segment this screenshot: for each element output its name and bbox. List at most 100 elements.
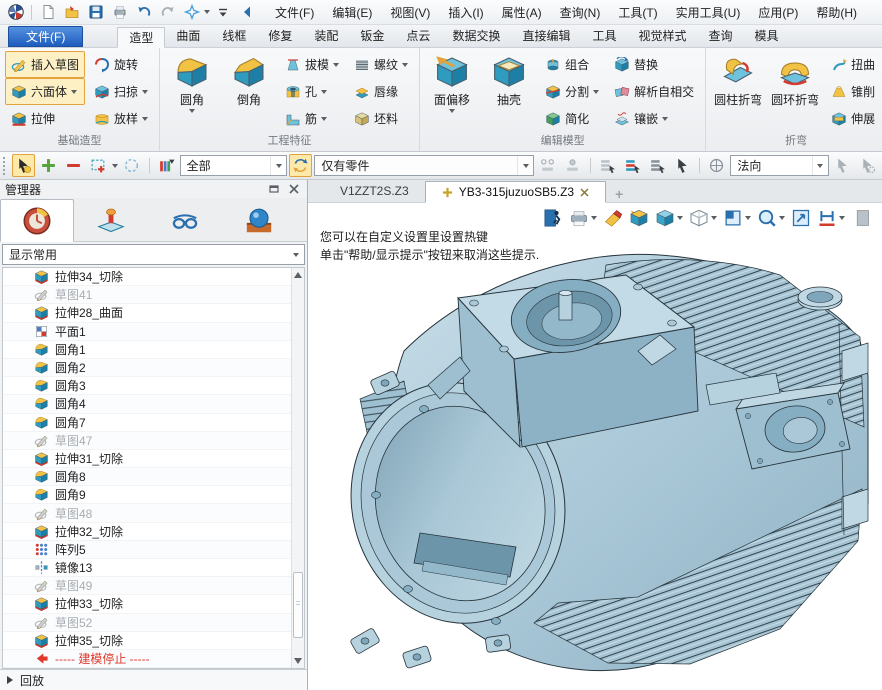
scroll-up-icon[interactable] [292, 268, 304, 282]
tree-item-圆角9[interactable]: 圆角9 [3, 486, 291, 504]
undo-button[interactable] [132, 2, 155, 23]
new-file-button[interactable] [36, 2, 59, 23]
menu-item-9[interactable]: 帮助(H) [807, 0, 866, 25]
menu-item-8[interactable]: 应用(P) [749, 0, 807, 25]
ribbon-button-面偏移[interactable]: 面偏移 [425, 51, 479, 134]
save-file-button[interactable] [84, 2, 107, 23]
ribbon-button-简化[interactable]: 简化 [539, 105, 605, 132]
selection-scope-dropdown[interactable]: 仅有零件 [314, 155, 534, 176]
pick-cursor-button[interactable] [671, 154, 694, 177]
chevron-down-icon[interactable] [112, 164, 118, 168]
chevron-down-icon[interactable] [517, 156, 533, 175]
redo-button[interactable] [156, 2, 179, 23]
tree-item-圆角2[interactable]: 圆角2 [3, 359, 291, 377]
ribbon-button-圆角[interactable]: 圆角 [165, 51, 219, 134]
ribbon-tab-查询[interactable]: 查询 [698, 26, 744, 47]
ribbon-tab-工具[interactable]: 工具 [581, 26, 627, 47]
open-file-button[interactable] [60, 2, 83, 23]
chevron-down-icon[interactable] [142, 90, 148, 94]
tree-item-草图48[interactable]: 草图48 [3, 504, 291, 522]
menu-item-3[interactable]: 插入(I) [439, 0, 492, 25]
shaded-display-button[interactable] [653, 205, 685, 230]
visibility-manager-tab[interactable] [148, 201, 222, 241]
chevron-down-icon[interactable] [711, 216, 717, 220]
ribbon-button-放样[interactable]: 放样 [88, 105, 154, 132]
menu-item-0[interactable]: 文件(F) [266, 0, 323, 25]
ribbon-button-插入草图[interactable]: 插入草图 [5, 51, 85, 78]
erase-button[interactable] [601, 205, 625, 230]
visual-manager-tab[interactable] [222, 201, 296, 241]
customize-quick-access-button[interactable] [211, 2, 234, 23]
print-button[interactable] [108, 2, 131, 23]
replay-section[interactable]: 回放 [0, 669, 307, 690]
view-orientation-button[interactable] [721, 205, 753, 230]
chevron-down-icon[interactable] [270, 156, 286, 175]
chevron-down-icon[interactable] [333, 63, 339, 67]
ribbon-tab-造型[interactable]: 造型 [117, 27, 165, 48]
tree-item-圆角7[interactable]: 圆角7 [3, 414, 291, 432]
ribbon-tab-曲面[interactable]: 曲面 [165, 26, 211, 47]
chevron-down-icon[interactable] [142, 117, 148, 121]
reselect-button[interactable] [289, 154, 312, 177]
chevron-down-icon[interactable] [189, 109, 195, 113]
chevron-down-icon[interactable] [839, 216, 845, 220]
ribbon-button-圆柱折弯[interactable]: 圆柱折弯 [711, 51, 765, 134]
tree-item-草图41[interactable]: 草图41 [3, 286, 291, 304]
fit-window-button[interactable] [789, 205, 813, 230]
ribbon-button-伸展[interactable]: 伸展 [825, 105, 881, 132]
chevron-down-icon[interactable] [449, 109, 455, 113]
measure-button[interactable] [815, 205, 847, 230]
cursor-tool-button[interactable] [831, 154, 854, 177]
chevron-down-icon[interactable] [812, 156, 828, 175]
ribbon-tab-数据交换[interactable]: 数据交换 [441, 26, 511, 47]
document-tab-YB3-315juzuoSB5.Z3[interactable]: YB3-315juzuoSB5.Z3 [425, 181, 606, 203]
pick-from-list-button[interactable] [596, 154, 619, 177]
chevron-down-icon[interactable] [593, 90, 599, 94]
chevron-down-icon[interactable] [591, 216, 597, 220]
collapse-ribbon-button[interactable] [235, 2, 258, 23]
lasso-select-button[interactable] [120, 154, 143, 177]
cursor-settings-button[interactable] [856, 154, 879, 177]
close-tab-icon[interactable] [580, 188, 589, 197]
menu-item-7[interactable]: 实用工具(U) [667, 0, 750, 25]
tree-item-阵列5[interactable]: 阵列5 [3, 541, 291, 559]
ribbon-button-抽壳[interactable]: 抽壳 [482, 51, 536, 134]
ribbon-button-拔模[interactable]: 拔模 [279, 51, 345, 78]
color-filter-button[interactable] [154, 154, 177, 177]
tree-item-拉伸32_切除[interactable]: 拉伸32_切除 [3, 523, 291, 541]
ribbon-button-圆环折弯[interactable]: 圆环折弯 [768, 51, 822, 134]
chevron-down-icon[interactable] [779, 216, 785, 220]
scroll-down-icon[interactable] [292, 654, 304, 668]
viewport[interactable]: 您可以在自定义设置里设置热键 单击"帮助/显示提示"按钮来取消这些提示. [308, 203, 882, 690]
menu-item-1[interactable]: 编辑(E) [323, 0, 381, 25]
chevron-down-icon[interactable] [321, 90, 327, 94]
tree-item-平面1[interactable]: 平面1 [3, 323, 291, 341]
ribbon-tab-点云[interactable]: 点云 [395, 26, 441, 47]
document-tab-V1ZZT2S.Z3[interactable]: V1ZZT2S.Z3 [324, 180, 425, 202]
remove-from-selection-button[interactable] [62, 154, 85, 177]
reorient-button[interactable] [705, 154, 728, 177]
restore-icon[interactable] [266, 182, 282, 196]
tree-item-圆角1[interactable]: 圆角1 [3, 341, 291, 359]
chevron-down-icon[interactable] [745, 216, 751, 220]
clipped-tool-button[interactable] [849, 205, 873, 230]
display-render-button[interactable] [567, 205, 599, 230]
ribbon-tab-修复[interactable]: 修复 [257, 26, 303, 47]
entity-filter-dropdown[interactable]: 全部 [180, 155, 287, 176]
modeling-stop-marker[interactable]: ----- 建模停止 ----- [3, 650, 291, 668]
file-tab-button[interactable]: 文件(F) [8, 26, 83, 47]
import-button[interactable] [627, 205, 651, 230]
tree-item-拉伸28_曲面[interactable]: 拉伸28_曲面 [3, 304, 291, 322]
ribbon-button-锥削[interactable]: 锥削 [825, 78, 881, 105]
toolbar-grip-handle[interactable] [3, 157, 8, 175]
tree-item-草图47[interactable]: 草图47 [3, 432, 291, 450]
pick-last-button[interactable] [621, 154, 644, 177]
ribbon-tab-模具[interactable]: 模具 [744, 26, 790, 47]
tree-item-圆角3[interactable]: 圆角3 [3, 377, 291, 395]
ribbon-button-旋转[interactable]: 旋转 [88, 51, 154, 78]
point-filter-2-button[interactable] [561, 154, 584, 177]
tree-item-拉伸34_切除[interactable]: 拉伸34_切除 [3, 268, 291, 286]
chevron-down-icon[interactable] [662, 117, 668, 121]
chevron-down-icon[interactable] [402, 63, 408, 67]
assembly-manager-tab[interactable] [74, 201, 148, 241]
